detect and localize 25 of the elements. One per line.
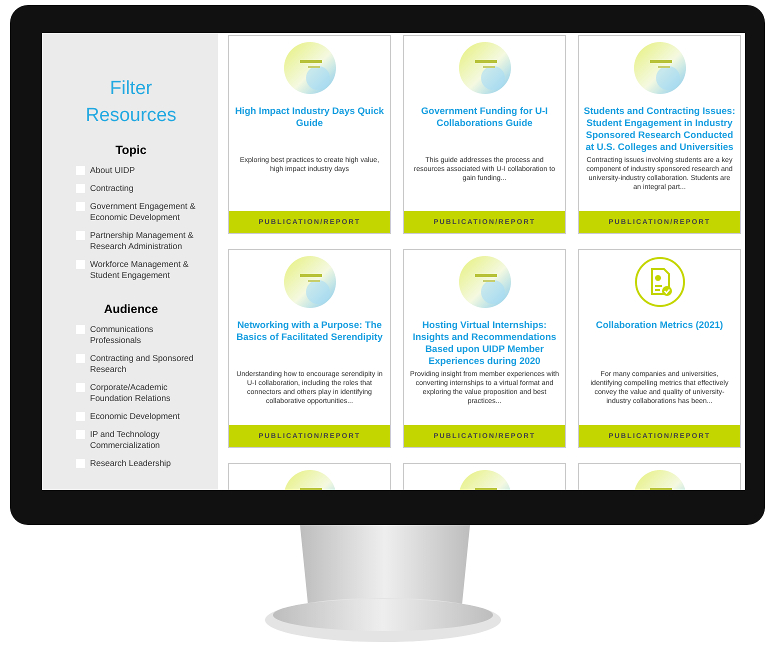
report-check-icon	[634, 256, 686, 308]
resource-card[interactable]	[578, 249, 741, 448]
filter-label: Economic Development	[90, 411, 180, 422]
filter-label: Government Engagement & Economic Development	[90, 201, 196, 223]
filter-label: Corporate/Academic Foundation Relations	[90, 382, 172, 404]
card-title[interactable]: Collaboration Metrics (2021)	[592, 320, 728, 370]
card-title[interactable]: Students and Contracting Issues: Student Engagement in Industry Sponsored Research Conducted at U.S. Colleges and Universities	[579, 106, 740, 156]
resource-card[interactable]	[228, 249, 391, 448]
filter-label: Research Leadership	[90, 458, 171, 469]
filter-label: IP and Technology Commercialization	[90, 429, 161, 451]
filter-label: Contracting and Sponsored Research	[90, 353, 194, 375]
filter-label: Workforce Management & Student Engagement	[90, 259, 190, 281]
sidebar-title: Filter Resources	[84, 77, 178, 128]
card-title[interactable]: Hosting Virtual Internships: Insights and Recommendations Based upon UIDP Member Experiences during 2020	[404, 320, 565, 370]
filter-label: Contracting	[90, 183, 134, 194]
resource-card[interactable]	[578, 35, 741, 234]
filter-label: About UIDP	[90, 165, 135, 176]
resource-card[interactable]	[403, 249, 566, 448]
card-title[interactable]: Networking with a Purpose: The Basics of Facilitated Serendipity	[229, 320, 390, 370]
card-title[interactable]: High Impact Industry Days Quick Guide	[229, 106, 390, 156]
filter-heading: Audience	[102, 302, 159, 316]
filter-label: Partnership Management & Research Administration	[90, 230, 194, 252]
filter-label: Communications Professionals	[90, 324, 154, 346]
filter-heading: Topic	[114, 143, 148, 157]
card-title[interactable]: Government Funding for U-I Collaborations Guide	[404, 106, 565, 156]
